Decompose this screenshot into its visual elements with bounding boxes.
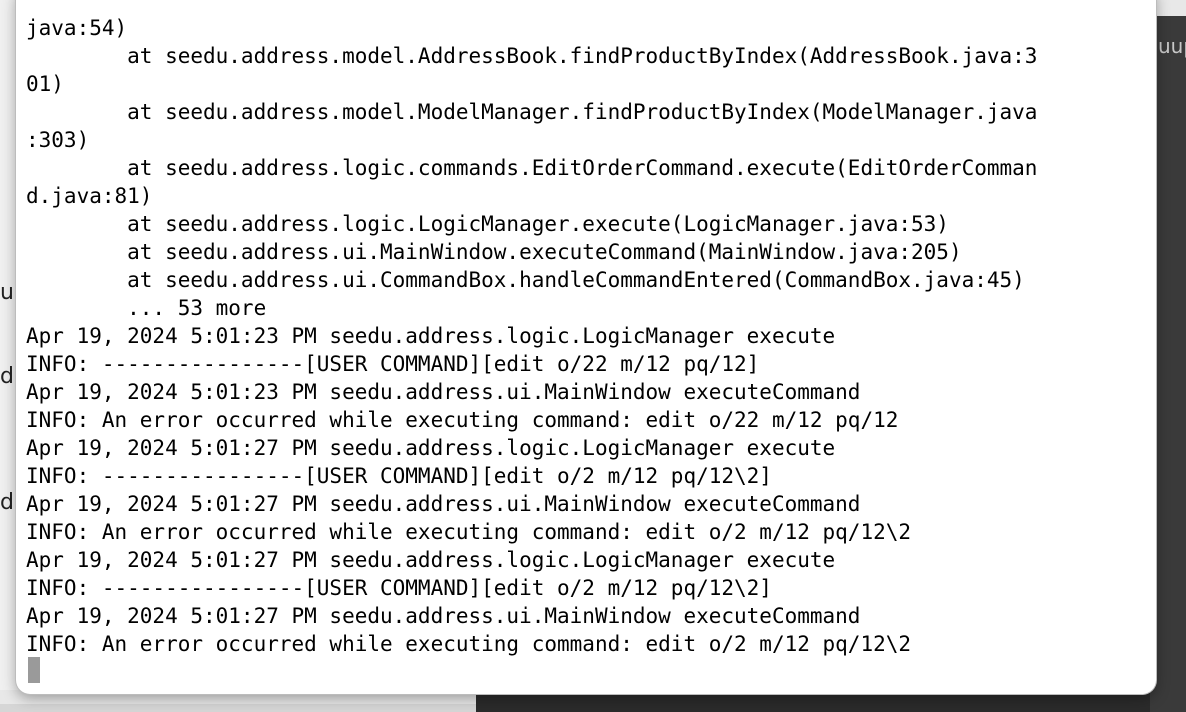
terminal-line: java:54) <box>26 16 128 40</box>
terminal-window[interactable]: java:54) at seedu.address.model.AddressB… <box>16 0 1156 694</box>
terminal-line: at seedu.address.ui.MainWindow.executeCo… <box>26 240 962 264</box>
terminal-line: INFO: An error occurred while executing … <box>26 632 912 656</box>
terminal-line: 01) <box>26 72 64 96</box>
terminal-line: at seedu.address.logic.commands.EditOrde… <box>26 156 1038 180</box>
terminal-line: :303) <box>26 128 90 152</box>
background-partial-letter: d <box>0 490 14 515</box>
terminal-line: INFO: ----------------[USER COMMAND][edi… <box>26 352 760 376</box>
terminal-line: Apr 19, 2024 5:01:27 PM seedu.address.ui… <box>26 604 861 628</box>
terminal-line: INFO: An error occurred while executing … <box>26 408 899 432</box>
terminal-line: INFO: ----------------[USER COMMAND][edi… <box>26 576 772 600</box>
terminal-line: INFO: ----------------[USER COMMAND][edi… <box>26 464 772 488</box>
terminal-output[interactable]: java:54) at seedu.address.model.AddressB… <box>26 14 1037 658</box>
terminal-line: Apr 19, 2024 5:01:23 PM seedu.address.ui… <box>26 380 861 404</box>
terminal-line: at seedu.address.model.ModelManager.find… <box>26 100 1038 124</box>
terminal-line: at seedu.address.ui.CommandBox.handleCom… <box>26 268 1025 292</box>
terminal-line: Apr 19, 2024 5:01:23 PM seedu.address.lo… <box>26 324 836 348</box>
terminal-line: d.java:81) <box>26 184 153 208</box>
terminal-line: ... 53 more <box>26 296 267 320</box>
background-partial-letter: d <box>0 364 14 389</box>
terminal-cursor <box>28 657 40 683</box>
terminal-line: at seedu.address.model.AddressBook.findP… <box>26 44 1038 68</box>
terminal-line: Apr 19, 2024 5:01:27 PM seedu.address.lo… <box>26 436 836 460</box>
terminal-line: at seedu.address.logic.LogicManager.exec… <box>26 212 949 236</box>
terminal-line: INFO: An error occurred while executing … <box>26 520 912 544</box>
background-partial-text: uup <box>1158 34 1186 58</box>
background-partial-letter: u <box>0 280 14 305</box>
terminal-line: Apr 19, 2024 5:01:27 PM seedu.address.lo… <box>26 548 836 572</box>
terminal-line: Apr 19, 2024 5:01:27 PM seedu.address.ui… <box>26 492 861 516</box>
